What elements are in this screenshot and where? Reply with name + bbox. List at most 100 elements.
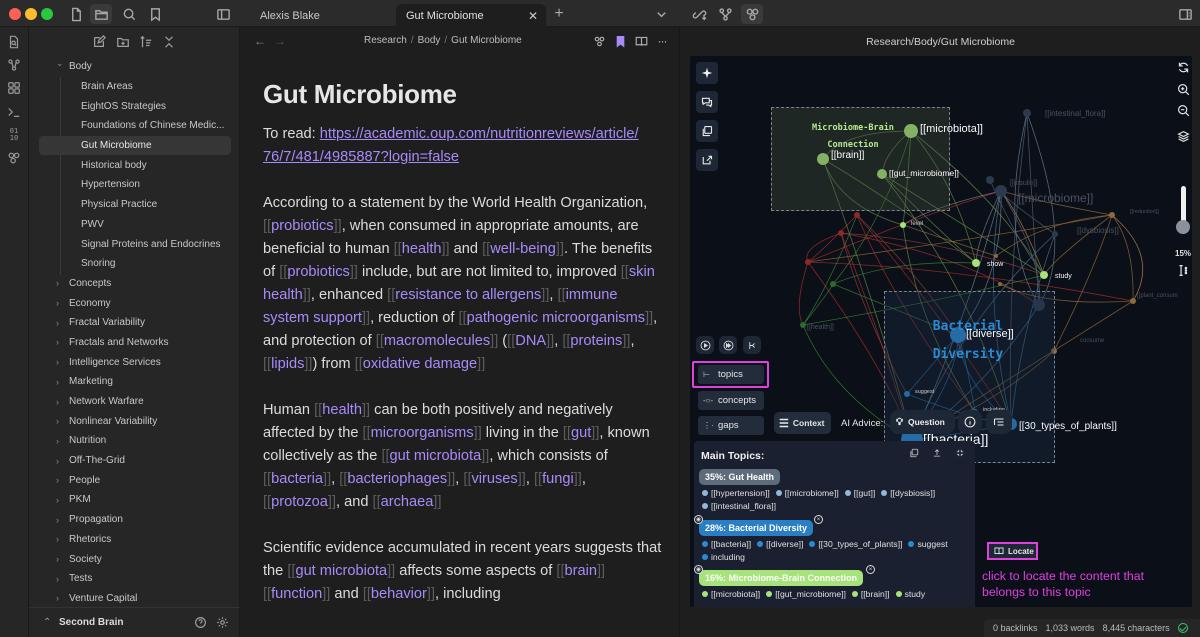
tree-folder[interactable]: ⌄ Body [29, 57, 240, 77]
node-label-dysbiosis[interactable]: [[dysbiosis]] [1077, 226, 1119, 235]
tree-folder[interactable]: › Nonlinear Variability [29, 411, 240, 431]
tree-folder[interactable]: › Network Warfare [29, 392, 240, 412]
bookmark-icon[interactable] [144, 4, 166, 24]
node-label-microbiome[interactable]: [[microbiome]] [1018, 191, 1093, 205]
wikilink[interactable]: [[macromolecules]] [376, 333, 498, 349]
chevron-right-icon[interactable]: › [56, 475, 66, 485]
graph-node-insulin[interactable] [986, 176, 994, 184]
chevron-right-icon[interactable]: › [56, 397, 66, 407]
graph-canvas[interactable]: Microbiome-Brain Connection Bacterial Dive… [690, 56, 1192, 607]
zoom-window-button[interactable] [41, 8, 53, 20]
graph-node-dysb[interactable] [1052, 231, 1058, 237]
tree-folder[interactable]: › People [29, 470, 240, 490]
tree-folder[interactable]: › PKM [29, 490, 240, 510]
graph-node-o2[interactable] [994, 254, 998, 258]
wikilink[interactable]: [[archaea]] [373, 494, 442, 510]
refresh-icon[interactable] [1175, 59, 1191, 75]
tree-folder[interactable]: › Concepts [29, 274, 240, 294]
sparkle-icon[interactable] [696, 62, 718, 84]
chevron-right-icon[interactable]: › [56, 416, 66, 426]
tree-folder[interactable]: › Society [29, 549, 240, 569]
question-button[interactable]: 💡︎ Question [890, 410, 955, 434]
wikilink[interactable]: [[health]] [394, 241, 450, 257]
topic-keyword[interactable]: [[dysbiosis]] [881, 487, 935, 500]
tree-file[interactable]: EightOS Strategies [29, 96, 240, 116]
chevron-down-icon[interactable]: ⌄ [56, 58, 66, 69]
zoom-out-icon[interactable] [1175, 102, 1191, 118]
wikilink[interactable]: [[proteins]] [562, 333, 630, 349]
tree-file[interactable]: Physical Practice [29, 195, 240, 215]
node-label-plant-consumption[interactable]: [[plant_consum [1137, 293, 1178, 299]
topic-keyword[interactable]: [[gut]] [844, 487, 875, 500]
topic-keyword[interactable]: including [702, 551, 745, 564]
graph-icon[interactable] [741, 4, 763, 24]
topic-badge[interactable]: 35%: Gut Health [699, 469, 781, 485]
reading-view-icon[interactable] [633, 33, 649, 49]
chevron-right-icon[interactable]: › [56, 318, 66, 328]
chevron-right-icon[interactable]: › [56, 357, 66, 367]
quick-switcher-icon[interactable] [5, 33, 23, 51]
graph-node-r1[interactable] [805, 259, 811, 265]
wikilink[interactable]: [[gut]] [563, 425, 600, 441]
share-icon[interactable] [696, 149, 718, 171]
article-link[interactable]: https://academic.oup.com/nutritionreview… [263, 126, 639, 165]
node-label-gut-microbiome[interactable]: [[gut_microbiome]] [889, 168, 959, 178]
wikilink[interactable]: [[function]] [263, 586, 330, 602]
wikilink[interactable]: [[DNA]] [507, 333, 554, 349]
zoom-slider-thumb[interactable] [1176, 219, 1190, 234]
tree-folder[interactable]: › Fractals and Networks [29, 333, 240, 353]
tree-file[interactable]: Brain Areas [29, 77, 240, 97]
node-label-suggest[interactable]: suggest [915, 389, 934, 395]
tree-folder[interactable]: › Economy [29, 293, 240, 313]
collapse-arrows-icon[interactable] [953, 446, 967, 460]
graph-node-health[interactable] [800, 322, 806, 328]
binary-icon[interactable]: 01 10 [5, 126, 23, 144]
file-icon[interactable] [65, 4, 87, 24]
git-fork-icon[interactable] [714, 4, 736, 24]
tree-folder[interactable]: › Marketing [29, 372, 240, 392]
tree-file[interactable]: Snoring [29, 254, 240, 274]
tree-file[interactable]: Signal Proteins and Endocrines [29, 234, 240, 254]
chevron-down-icon[interactable] [650, 4, 672, 24]
folder-icon[interactable] [90, 4, 112, 24]
new-note-icon[interactable] [90, 33, 108, 51]
play-icon[interactable] [696, 336, 714, 354]
graph-node-r2[interactable] [838, 230, 844, 236]
terminal-icon[interactable] [5, 103, 23, 121]
graph-node-level[interactable] [900, 222, 906, 228]
graph-node-g1[interactable] [830, 281, 836, 287]
tree-folder[interactable]: › Fractal Variability [29, 313, 240, 333]
node-label-30-types-of-plants[interactable]: [[30_types_of_plants]] [1019, 421, 1117, 432]
infranodus-icon[interactable] [5, 149, 23, 167]
tab-alexis-blake[interactable]: Alexis Blake [250, 4, 390, 27]
topics-button[interactable]: ⊢ topics [698, 365, 764, 384]
topic-keyword[interactable]: [[30_types_of_plants]] [809, 538, 902, 551]
wikilink[interactable]: [[probiotics]] [263, 218, 342, 234]
graph-node-iflora[interactable] [1023, 109, 1031, 117]
topic-keyword[interactable]: [[bacteria]] [702, 538, 751, 551]
right-sidebar-toggle-icon[interactable] [1174, 4, 1196, 24]
vault-name[interactable]: Second Brain [59, 617, 123, 628]
zoom-in-icon[interactable] [1175, 81, 1191, 97]
tree-file[interactable]: Historical body [29, 155, 240, 175]
chevron-right-icon[interactable]: › [56, 554, 66, 564]
layers-icon[interactable] [1175, 128, 1191, 144]
vault-switch-icon[interactable]: ⌃ [43, 617, 51, 628]
node-label-level[interactable]: level [911, 221, 923, 227]
close-tab-icon[interactable]: ✕ [528, 9, 538, 23]
tree-file[interactable]: PWV [29, 215, 240, 235]
tree-folder[interactable]: › Intelligence Services [29, 352, 240, 372]
minimize-window-button[interactable] [25, 8, 37, 20]
help-icon[interactable] [192, 615, 208, 631]
node-label-diverse[interactable]: [[diverse]] [966, 328, 1014, 340]
search-icon[interactable] [118, 4, 140, 24]
forward-arrow-icon[interactable]: → [274, 34, 286, 48]
chevron-right-icon[interactable]: › [56, 298, 66, 308]
graph-node-o1[interactable] [998, 282, 1002, 286]
chevron-right-icon[interactable]: › [56, 495, 66, 505]
chevron-right-icon[interactable]: › [56, 337, 66, 347]
tree-file[interactable]: Hypertension [29, 175, 240, 195]
wikilink[interactable]: [[behavior]] [363, 586, 435, 602]
sort-icon[interactable] [137, 33, 155, 51]
back-arrow-icon[interactable]: ← [254, 34, 266, 48]
